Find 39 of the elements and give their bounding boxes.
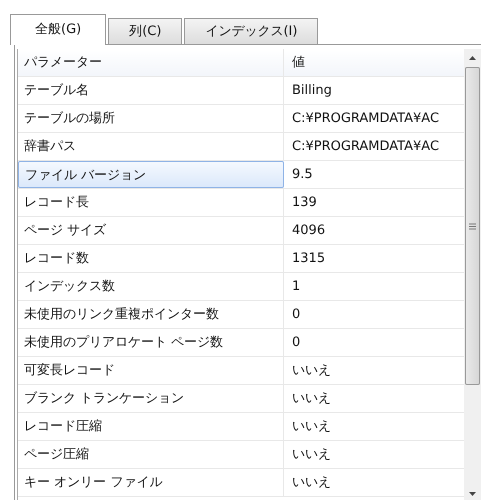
value-cell-text: 1315 — [291, 250, 326, 268]
value-cell-text: 1 — [291, 278, 302, 296]
tab[interactable]: インデックス(I) — [184, 18, 318, 44]
scroll-down-icon[interactable] — [469, 492, 476, 496]
tab[interactable]: 列(C) — [108, 18, 182, 44]
parameter-cell[interactable]: レコード長 — [18, 189, 284, 216]
parameter-cell[interactable]: テーブルの場所 — [18, 105, 284, 132]
value-cell-text: C:¥PROGRAMDATA¥AC — [291, 138, 440, 156]
value-cell-text: いいえ — [291, 418, 332, 436]
value-cell-text: 4096 — [291, 222, 326, 240]
parameter-cell[interactable]: レコード数 — [18, 245, 284, 272]
grip-icon — [469, 222, 476, 230]
scroll-up-icon[interactable] — [469, 56, 476, 60]
value-cell-text: 139 — [291, 194, 318, 212]
parameter-cell[interactable]: テーブル名 — [18, 77, 284, 104]
value-cell-text: いいえ — [291, 390, 332, 408]
column-header[interactable]: パラメーター — [18, 49, 284, 76]
parameter-cell[interactable]: インデックス数 — [18, 273, 284, 300]
parameter-cell[interactable]: ページ圧縮 — [18, 441, 284, 468]
parameter-cell[interactable]: ページ サイズ — [18, 217, 284, 244]
scrollbar[interactable] — [464, 49, 481, 500]
parameter-cell[interactable]: ファイル バージョン — [18, 161, 284, 188]
value-cell-text: C:¥PROGRAMDATA¥AC — [291, 110, 440, 128]
parameter-cell[interactable]: 未使用のリンク重複ポインター数 — [18, 301, 284, 328]
value-cell-text: 0 — [291, 306, 302, 324]
value-cell-text: いいえ — [291, 446, 332, 464]
value-cell-text: いいえ — [291, 474, 332, 492]
parameter-cell[interactable]: 辞書パス — [18, 133, 284, 160]
value-cell-text: Billing — [291, 82, 333, 100]
parameter-cell[interactable]: ブランク トランケーション — [18, 385, 284, 412]
tab[interactable]: 全般(G) — [10, 14, 106, 45]
parameter-cell[interactable]: キー オンリー ファイル — [18, 469, 284, 496]
scrollbar-thumb[interactable] — [465, 67, 480, 385]
parameter-cell[interactable]: レコード圧縮 — [18, 413, 284, 440]
parameter-cell[interactable]: 未使用のプリアロケート ページ数 — [18, 329, 284, 356]
parameter-cell[interactable]: 可変長レコード — [18, 357, 284, 384]
value-cell-text: いいえ — [291, 362, 332, 380]
value-cell-text: 9.5 — [291, 166, 314, 184]
value-cell-text: 0 — [291, 334, 302, 352]
